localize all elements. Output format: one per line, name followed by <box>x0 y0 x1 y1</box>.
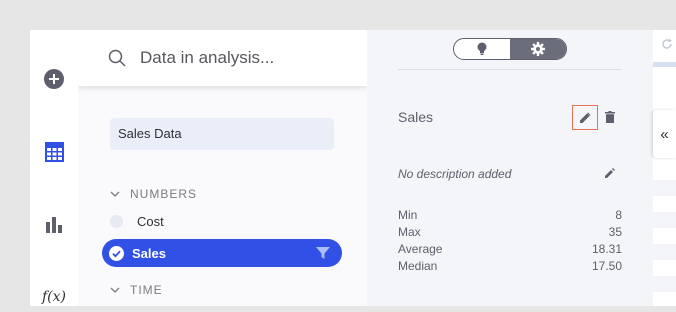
insights-toggle[interactable] <box>454 39 510 59</box>
pencil-icon <box>579 112 590 123</box>
table-row <box>653 276 676 292</box>
column-statistics: Min 8 Max 35 Average 18.31 Median 17.50 <box>398 207 622 275</box>
table-row <box>653 180 676 196</box>
visualization-area-edge <box>653 30 676 306</box>
funnel-icon[interactable] <box>316 246 330 260</box>
stat-row-min: Min 8 <box>398 207 622 224</box>
add-data-button[interactable] <box>30 64 78 94</box>
chevron-down-icon <box>110 191 120 197</box>
header-band <box>653 62 676 67</box>
trash-icon <box>605 111 615 123</box>
column-name: Sales <box>132 245 166 261</box>
stat-label: Max <box>398 225 421 239</box>
stat-value: 35 <box>608 225 622 239</box>
column-name: Cost <box>137 213 164 229</box>
stat-label: Median <box>398 259 438 273</box>
stat-row-average: Average 18.31 <box>398 241 622 258</box>
table-row <box>653 212 676 228</box>
delete-column-button[interactable] <box>603 110 617 124</box>
stat-row-max: Max 35 <box>398 224 622 241</box>
column-details-panel: Sales No description added Min 8 Max 35 … <box>367 30 653 306</box>
divider <box>398 69 621 70</box>
formula-button[interactable]: f(x) <box>30 282 78 312</box>
group-label: TIME <box>130 283 163 297</box>
function-icon: f(x) <box>41 289 66 305</box>
stat-value: 17.50 <box>591 259 622 273</box>
double-chevron-left-icon: « <box>660 125 669 143</box>
stat-row-median: Median 17.50 <box>398 258 622 275</box>
lightbulb-icon <box>477 42 487 55</box>
stat-label: Average <box>398 242 443 256</box>
gear-icon <box>531 42 545 56</box>
group-label: NUMBERS <box>130 187 198 201</box>
settings-toggle[interactable] <box>510 39 566 59</box>
search-header <box>78 30 367 86</box>
column-item-cost[interactable]: Cost <box>108 209 338 233</box>
column-description: No description added <box>398 167 512 181</box>
stat-value: 18.31 <box>591 242 622 256</box>
data-table-button[interactable] <box>30 137 78 167</box>
visualization-button[interactable] <box>30 209 78 239</box>
unselected-circle-icon <box>110 214 123 228</box>
grid-table-icon <box>44 142 64 162</box>
column-title: Sales <box>398 109 434 125</box>
plus-circle-icon <box>44 69 64 89</box>
group-numbers[interactable]: NUMBERS <box>110 186 197 202</box>
bar-chart-icon <box>46 217 62 233</box>
edit-column-name-button[interactable] <box>572 105 598 130</box>
search-input[interactable] <box>140 46 340 70</box>
refresh-icon[interactable] <box>661 38 673 50</box>
collapse-panel-button[interactable]: « <box>653 110 676 158</box>
stat-value: 8 <box>615 208 622 222</box>
data-panel: Sales Data NUMBERS Cost Sales TIME <box>78 30 367 306</box>
left-rail: f(x) <box>30 30 78 306</box>
search-icon <box>108 49 126 67</box>
data-table-selector[interactable]: Sales Data <box>110 118 334 150</box>
stat-label: Min <box>398 208 418 222</box>
pencil-icon[interactable] <box>603 166 617 180</box>
check-circle-icon <box>109 245 124 261</box>
table-row <box>653 244 676 260</box>
column-item-sales[interactable]: Sales <box>102 239 342 267</box>
view-toggle <box>453 38 567 60</box>
group-time[interactable]: TIME <box>110 282 163 298</box>
chevron-down-icon <box>110 287 120 293</box>
